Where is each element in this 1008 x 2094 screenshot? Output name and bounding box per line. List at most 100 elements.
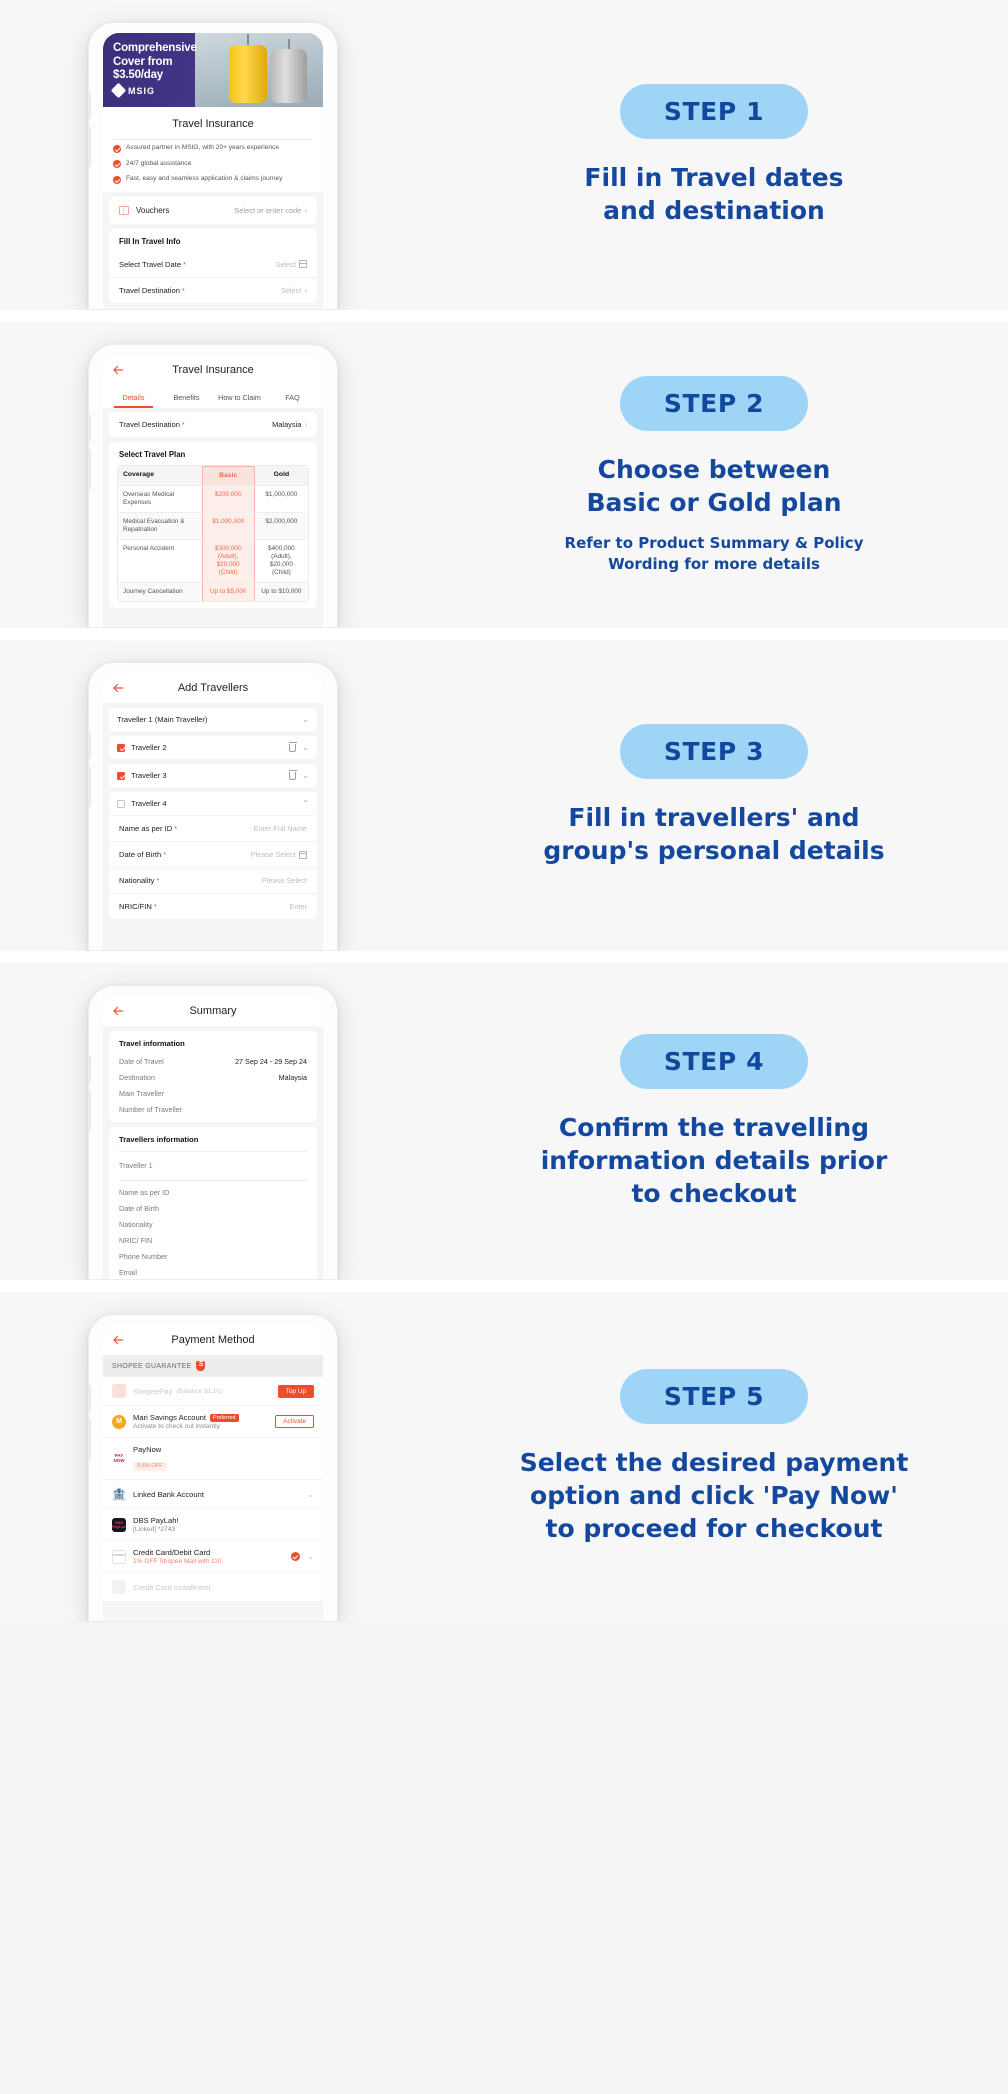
step-description-1: Fill in Travel dates and destination	[584, 162, 844, 225]
travellers-information-heading: Travellers information	[119, 1134, 199, 1144]
payment-option-paynow[interactable]: PAY NOW PayNow 0.5% OFF	[103, 1438, 323, 1480]
back-arrow-icon[interactable]	[111, 1004, 125, 1018]
app-header-4: Summary	[103, 996, 323, 1026]
feature-item: Fast, easy and seamless application & cl…	[103, 171, 323, 192]
field-nric-fin[interactable]: NRIC/FIN * Enter	[109, 894, 317, 919]
payment-option-mari-savings[interactable]: M Mari Savings Account Preferred Activate…	[103, 1406, 323, 1438]
chevron-down-icon[interactable]: ⌄	[302, 771, 309, 780]
phone-mockup-3: Add Travellers Traveller 1 (Main Travell…	[88, 662, 338, 951]
step-badge-3: STEP 3	[619, 724, 809, 779]
trash-icon[interactable]	[288, 741, 297, 752]
destination-row[interactable]: Travel Destination * Malaysia ›	[109, 412, 317, 437]
step-description-4: Confirm the travelling information detai…	[540, 1112, 888, 1208]
top-up-button[interactable]: Top Up	[277, 1384, 314, 1398]
method-name: Credit Card Installment	[133, 1582, 211, 1592]
traveller-row-2[interactable]: Traveller 2 ⌄	[109, 736, 317, 759]
activate-button[interactable]: Activate	[275, 1415, 314, 1428]
trash-icon[interactable]	[288, 769, 297, 780]
selected-radio-icon[interactable]	[291, 1552, 301, 1561]
table-header-row: Coverage Basic Gold	[118, 466, 308, 486]
voucher-row[interactable]: Vouchers Select or enter code ›	[109, 196, 317, 224]
field-placeholder: Please Select	[250, 850, 296, 859]
table-row: Overseas Medical Expenses $200,000 $1,00…	[118, 486, 308, 513]
preferred-badge: Preferred	[210, 1413, 239, 1422]
step-3-text: STEP 3 Fill in travellers' and group's p…	[420, 640, 1008, 951]
credit-card-icon	[112, 1549, 126, 1564]
tab-how-to-claim[interactable]: How to Claim	[213, 385, 266, 408]
tab-bar: Details Benefits How to Claim FAQ	[103, 385, 323, 408]
payment-option-credit-card[interactable]: Credit Card/Debit Card 1% OFF Shopee Mal…	[103, 1541, 323, 1573]
chevron-down-icon[interactable]: ⌄	[302, 715, 309, 724]
chevron-right-icon: ›	[304, 205, 307, 215]
phone-mockup-5: Payment Method SHOPEE GUARANTEE ShopeePa…	[88, 1314, 338, 1622]
method-name: Credit Card/Debit Card	[133, 1548, 211, 1557]
page-title: Summary	[189, 1005, 237, 1017]
field-select-travel-date[interactable]: Select Travel Date * Select	[109, 252, 317, 278]
method-subtitle: 1% OFF Shopee Mall with Citi	[133, 1558, 221, 1565]
col-gold[interactable]: Gold	[254, 466, 308, 485]
chevron-down-icon[interactable]: ⌄	[307, 1552, 314, 1561]
chevron-down-icon[interactable]: ⌄	[302, 743, 309, 752]
traveller-row-1[interactable]: Traveller 1 (Main Traveller) ⌄	[109, 708, 317, 731]
phone-screen-1: Comprehensive Cover from $3.50/day MSIG …	[103, 33, 323, 309]
page-title: Payment Method	[171, 1334, 255, 1346]
field-label: Travel Destination	[119, 285, 180, 295]
step-4-text: STEP 4 Confirm the travelling informatio…	[420, 963, 1008, 1280]
voucher-label: Vouchers	[136, 205, 170, 215]
promo-banner: Comprehensive Cover from $3.50/day MSIG	[103, 33, 323, 107]
payment-option-linked-bank[interactable]: 🏦 Linked Bank Account ⌄	[103, 1480, 323, 1509]
required-asterisk: *	[174, 826, 178, 833]
payment-option-shopeepay[interactable]: ShopeePay (Balance $1.91) Top Up	[103, 1377, 323, 1406]
field-placeholder: Enter	[289, 902, 307, 911]
step-4-phone-area: Summary Travel information Date of Trave…	[0, 963, 420, 1280]
payment-option-installment[interactable]: Credit Card Installment	[103, 1573, 323, 1601]
traveller-label: Traveller 2	[131, 743, 167, 752]
step-description-3: Fill in travellers' and group's personal…	[543, 803, 885, 865]
page-title: Add Travellers	[177, 682, 249, 694]
field-travel-destination[interactable]: Travel Destination * Select ›	[109, 278, 317, 303]
tab-details[interactable]: Details	[107, 385, 160, 408]
luggage-yellow-icon	[229, 45, 267, 103]
field-name-as-per-id[interactable]: Name as per ID * Enter Full Name	[109, 816, 317, 842]
field-label: Nationality	[119, 876, 155, 885]
chevron-up-icon[interactable]: ⌃	[302, 799, 309, 808]
step-badge-4: STEP 4	[619, 1033, 809, 1089]
travel-info-heading: Fill In Travel Info	[119, 236, 181, 246]
msig-diamond-icon	[110, 82, 127, 99]
traveller-checkbox[interactable]	[117, 743, 125, 752]
required-asterisk: *	[182, 287, 185, 295]
travel-information-heading: Travel information	[119, 1039, 185, 1048]
payment-option-dbs-paylah[interactable]: DBS PayLah DBS PayLah! [Linked] *2743	[103, 1509, 323, 1541]
required-asterisk: *	[182, 422, 185, 429]
tab-faq[interactable]: FAQ	[266, 385, 319, 408]
field-label: Select Travel Date	[119, 259, 182, 269]
shield-icon	[196, 1361, 206, 1371]
traveller-row-3[interactable]: Traveller 3 ⌄	[109, 764, 317, 787]
tab-benefits[interactable]: Benefits	[160, 385, 213, 408]
required-asterisk: *	[183, 261, 186, 269]
traveller-checkbox[interactable]	[117, 799, 125, 808]
feature-item: Assured partner in MSIG, with 20+ years …	[103, 140, 323, 156]
chevron-right-icon: ›	[304, 285, 307, 295]
banner-line-3: $3.50/day	[113, 69, 163, 81]
required-asterisk: *	[156, 878, 160, 885]
step-section-5: Payment Method SHOPEE GUARANTEE ShopeePa…	[0, 1292, 1008, 1622]
field-label: NRIC/FIN	[119, 902, 152, 911]
traveller-checkbox[interactable]	[117, 771, 125, 780]
plan-card: Select Travel Plan Coverage Basic Gold O…	[109, 442, 317, 608]
step-2-text: STEP 2 Choose between Basic or Gold plan…	[420, 322, 1008, 628]
product-title: Travel Insurance	[172, 118, 254, 130]
summary-row: Phone Number	[119, 1252, 168, 1261]
col-basic[interactable]: Basic	[201, 466, 255, 485]
bank-icon: 🏦	[111, 1487, 127, 1501]
back-arrow-icon[interactable]	[111, 681, 125, 695]
table-row: Personal Accident $300,000 (Adult), $20,…	[118, 540, 308, 583]
back-arrow-icon[interactable]	[111, 363, 125, 377]
back-arrow-icon[interactable]	[111, 1333, 125, 1347]
field-nationality[interactable]: Nationality * Please Select	[109, 868, 317, 894]
traveller-row-4[interactable]: Traveller 4 ⌃	[109, 792, 317, 816]
chevron-down-icon[interactable]: ⌄	[307, 1490, 314, 1499]
field-date-of-birth[interactable]: Date of Birth * Please Select	[109, 842, 317, 868]
field-value: Select	[275, 259, 296, 269]
travel-info-card: Fill In Travel Info Select Travel Date *…	[109, 228, 317, 303]
